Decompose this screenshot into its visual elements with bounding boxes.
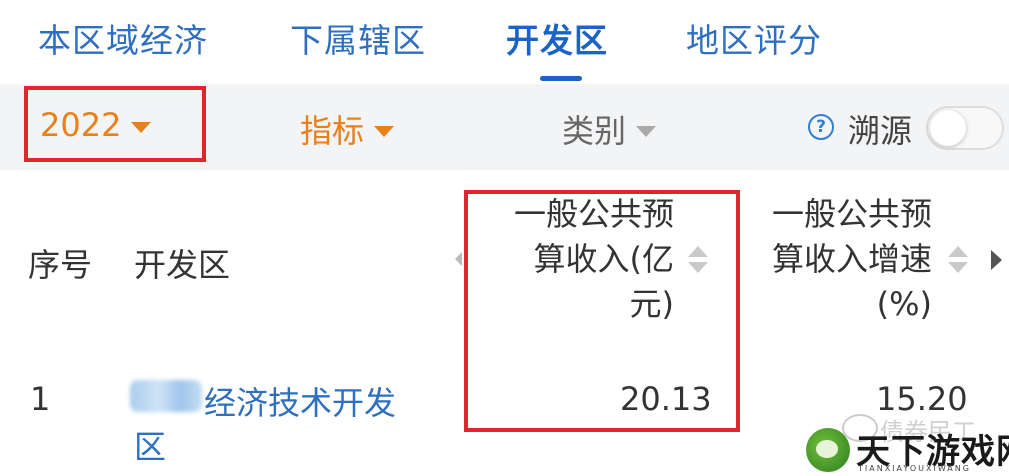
caret-down-icon [374, 125, 395, 137]
leaf-logo-icon [806, 428, 850, 472]
row-index: 1 [30, 380, 51, 418]
source-toggle[interactable] [926, 106, 1004, 150]
redacted-name [130, 380, 202, 412]
header-growth-line3: (%) [876, 285, 932, 323]
site-logo: 天下游戏网 TIANXIAYOUXIWANG [806, 424, 1009, 476]
indicator-label: 指标 [300, 112, 365, 150]
tab-regional-score[interactable]: 地区评分 [686, 14, 822, 62]
active-tab-indicator [540, 76, 582, 81]
header-growth-line2: 算收入增速 [771, 240, 932, 278]
row-zone-name[interactable]: 经济技术开发 [204, 378, 396, 424]
category-dropdown[interactable]: 类别 [562, 106, 657, 152]
scroll-left-hint-icon [455, 252, 462, 266]
sort-icon[interactable] [948, 246, 968, 276]
header-growth[interactable]: 一般公共预 算收入增速 (%) [748, 192, 932, 327]
toggle-knob [930, 110, 966, 146]
source-label: 溯源 [848, 112, 913, 150]
header-growth-line1: 一般公共预 [771, 195, 932, 233]
year-highlight-box [24, 86, 206, 162]
chevron-right-icon[interactable] [991, 250, 1002, 270]
caret-down-icon [636, 125, 657, 137]
logo-subtext: TIANXIAYOUXIWANG [858, 464, 971, 473]
indicator-dropdown[interactable]: 指标 [300, 106, 395, 152]
question-circle-icon[interactable]: ? [808, 114, 834, 140]
header-zone: 开发区 [134, 246, 231, 284]
revenue-highlight-box [464, 190, 740, 432]
header-index: 序号 [28, 246, 93, 284]
row-zone-name-cont[interactable]: 区 [134, 422, 166, 468]
tab-bar: 本区域经济 下属辖区 开发区 地区评分 [0, 0, 1009, 84]
tab-development-zones[interactable]: 开发区 [506, 14, 608, 62]
category-label: 类别 [562, 112, 627, 150]
tab-regional-economy[interactable]: 本区域经济 [38, 14, 208, 62]
tab-subordinate-districts[interactable]: 下属辖区 [290, 14, 426, 62]
